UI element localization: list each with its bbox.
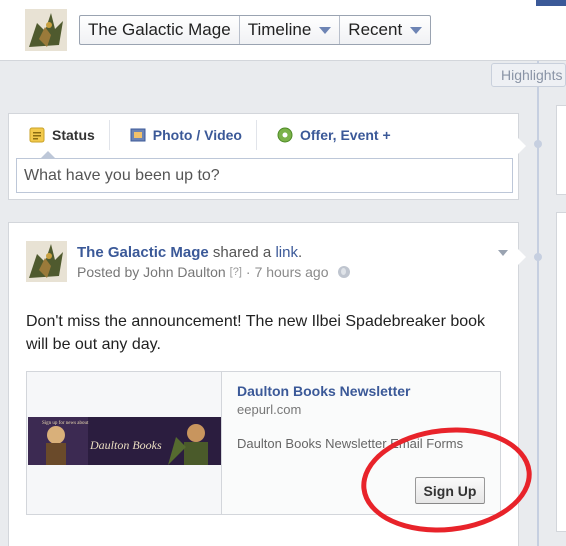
chevron-down-icon	[319, 26, 332, 34]
chevron-down-icon	[410, 26, 423, 34]
post-pointer	[518, 249, 526, 265]
breadcrumb-page-name-label: The Galactic Mage	[88, 20, 231, 39]
timeline-spine	[537, 61, 539, 546]
timeline-dot	[534, 140, 542, 148]
meta-separator: ·	[245, 264, 251, 280]
newsletter-banner-image: Sign up for news about Daulton Books	[28, 417, 221, 465]
post-action-text: shared a	[212, 244, 272, 261]
link-thumbnail[interactable]: Sign up for news about Daulton Books	[27, 372, 222, 514]
post-page-name-link[interactable]: The Galactic Mage	[77, 244, 209, 261]
headline-period: .	[297, 244, 303, 261]
right-column-card	[556, 212, 566, 532]
status-icon	[29, 127, 45, 143]
globe-icon[interactable]	[337, 266, 350, 278]
tab-photo-video-label: Photo / Video	[152, 127, 242, 143]
composer-pointer	[518, 138, 526, 154]
post-avatar-icon[interactable]	[26, 241, 67, 282]
link-domain: eepurl.com	[237, 402, 302, 417]
breadcrumb-timeline-dropdown[interactable]: Timeline	[240, 16, 341, 44]
post-timestamp[interactable]: 7 hours ago	[255, 264, 329, 280]
status-composer: Status Photo / Video Offer, Event +	[8, 113, 526, 200]
header-blue-edge	[536, 0, 566, 6]
page-header: The Galactic Mage Timeline Recent	[0, 0, 566, 61]
tab-status-label: Status	[52, 127, 95, 143]
post-meta: Posted by John Daulton [?] · 7 hours ago	[77, 264, 350, 280]
tab-photo-video[interactable]: Photo / Video	[110, 114, 256, 156]
selected-tab-pointer	[41, 151, 55, 158]
posted-by-text: Posted by John Daulton	[77, 264, 226, 280]
tab-offer-event[interactable]: Offer, Event +	[257, 114, 405, 156]
photo-video-icon	[130, 128, 146, 142]
tab-offer-event-label: Offer, Event +	[300, 127, 391, 143]
breadcrumb: The Galactic Mage Timeline Recent	[79, 15, 432, 45]
chevron-down-icon[interactable]	[498, 250, 508, 256]
page-avatar-icon[interactable]	[25, 9, 67, 51]
breadcrumb-page-name[interactable]: The Galactic Mage	[80, 16, 240, 44]
post-headline: The Galactic Mage shared a link.	[77, 244, 302, 261]
banner-small-text: Sign up for news about	[42, 421, 89, 426]
highlights-button[interactable]: Highlights	[491, 63, 566, 87]
help-link[interactable]: [?]	[230, 266, 242, 278]
status-input[interactable]	[16, 158, 513, 193]
link-title[interactable]: Daulton Books Newsletter	[237, 383, 410, 399]
post-message: Don't miss the announcement! The new Ilb…	[26, 313, 486, 353]
shared-link-word[interactable]: link	[275, 244, 298, 261]
offer-event-icon	[277, 127, 293, 143]
timeline-dot	[534, 253, 542, 261]
breadcrumb-recent-label: Recent	[348, 20, 403, 39]
breadcrumb-timeline-label: Timeline	[247, 20, 312, 39]
tab-status[interactable]: Status	[9, 114, 109, 156]
right-column-card	[556, 105, 566, 195]
composer-tabs: Status Photo / Video Offer, Event +	[9, 114, 405, 156]
breadcrumb-recent-dropdown[interactable]: Recent	[340, 16, 430, 44]
banner-logo-text: Daulton Books	[89, 438, 162, 452]
